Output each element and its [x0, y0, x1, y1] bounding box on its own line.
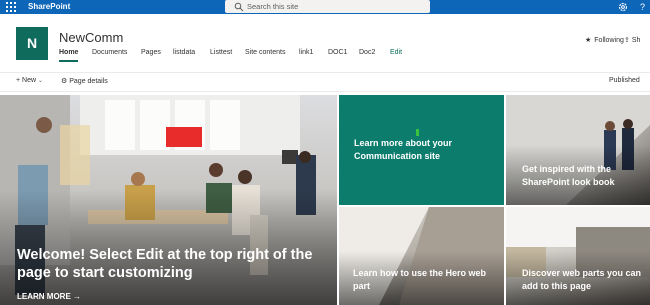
nav-item-site-contents[interactable]: Site contents	[245, 48, 285, 58]
share-button[interactable]: ⇪ Sh	[624, 36, 640, 44]
nav-item-home[interactable]: Home	[59, 48, 79, 62]
nav-item-documents[interactable]: Documents	[92, 48, 127, 58]
share-label: Sh	[631, 37, 641, 44]
share-icon: ⇪	[624, 37, 630, 44]
hero-tile-web-parts[interactable]: Discover web parts you can add to this p…	[506, 207, 650, 305]
command-bar: + New ⌄ ⚙ Page details Published	[0, 72, 650, 92]
hero-tile-communication[interactable]: Learn more about your Communication site	[339, 95, 504, 205]
hero-tile-communication-title: Learn more about your Communication site	[354, 138, 453, 161]
star-icon: ★	[585, 37, 592, 44]
chevron-down-icon: ⌄	[38, 78, 44, 84]
hero-main-title: Welcome! Select Edit at the top right of…	[17, 247, 313, 281]
following-button[interactable]: ★ Following	[585, 36, 624, 44]
hero-tile-main[interactable]: Welcome! Select Edit at the top right of…	[0, 95, 337, 305]
nav-item-listtest[interactable]: Listtest	[210, 48, 232, 58]
hero-tile-lookbook-title: Get inspired with the SharePoint look bo…	[522, 164, 615, 187]
arrow-right-icon: →	[73, 292, 82, 301]
hero-tile-web-parts-title: Discover web parts you can add to this p…	[522, 268, 642, 291]
site-title[interactable]: NewComm	[59, 30, 123, 45]
help-icon[interactable]: ?	[640, 0, 645, 14]
new-button[interactable]: + New ⌄	[16, 77, 43, 84]
nav-item-listdata[interactable]: listdata	[173, 48, 195, 58]
search-icon	[234, 2, 244, 12]
settings-gear-icon[interactable]	[617, 1, 629, 13]
cursor-marker	[416, 129, 419, 136]
hero-web-part: Welcome! Select Edit at the top right of…	[0, 95, 650, 305]
nav-item-doc1[interactable]: DOC1	[328, 48, 347, 58]
app-brand-link[interactable]: SharePoint	[28, 1, 70, 13]
nav-edit-link[interactable]: Edit	[390, 48, 402, 58]
waffle-icon[interactable]	[6, 2, 16, 12]
nav-item-link1[interactable]: link1	[299, 48, 313, 58]
page-details-label: Page details	[69, 78, 108, 85]
search-placeholder: Search this site	[247, 2, 299, 11]
page-details-icon: ⚙	[61, 78, 68, 85]
site-logo[interactable]: N	[16, 27, 48, 60]
learn-more-label: LEARN MORE	[17, 292, 71, 301]
hero-tile-lookbook[interactable]: Get inspired with the SharePoint look bo…	[506, 95, 650, 205]
suite-bar: SharePoint Search this site ?	[0, 0, 650, 14]
page-details-button[interactable]: ⚙ Page details	[61, 77, 108, 85]
nav-item-pages[interactable]: Pages	[141, 48, 161, 58]
hero-tile-hero-web-part-title: Learn how to use the Hero web part	[353, 268, 487, 291]
publish-status: Published	[609, 77, 640, 84]
nav-item-doc2[interactable]: Doc2	[359, 48, 375, 58]
new-label: New	[22, 77, 37, 84]
learn-more-link[interactable]: LEARN MORE →	[17, 292, 81, 301]
following-label: Following	[594, 37, 624, 44]
search-box[interactable]: Search this site	[225, 0, 430, 13]
plus-icon: +	[16, 77, 21, 84]
hero-tile-hero-web-part[interactable]: Learn how to use the Hero web part	[339, 207, 504, 305]
